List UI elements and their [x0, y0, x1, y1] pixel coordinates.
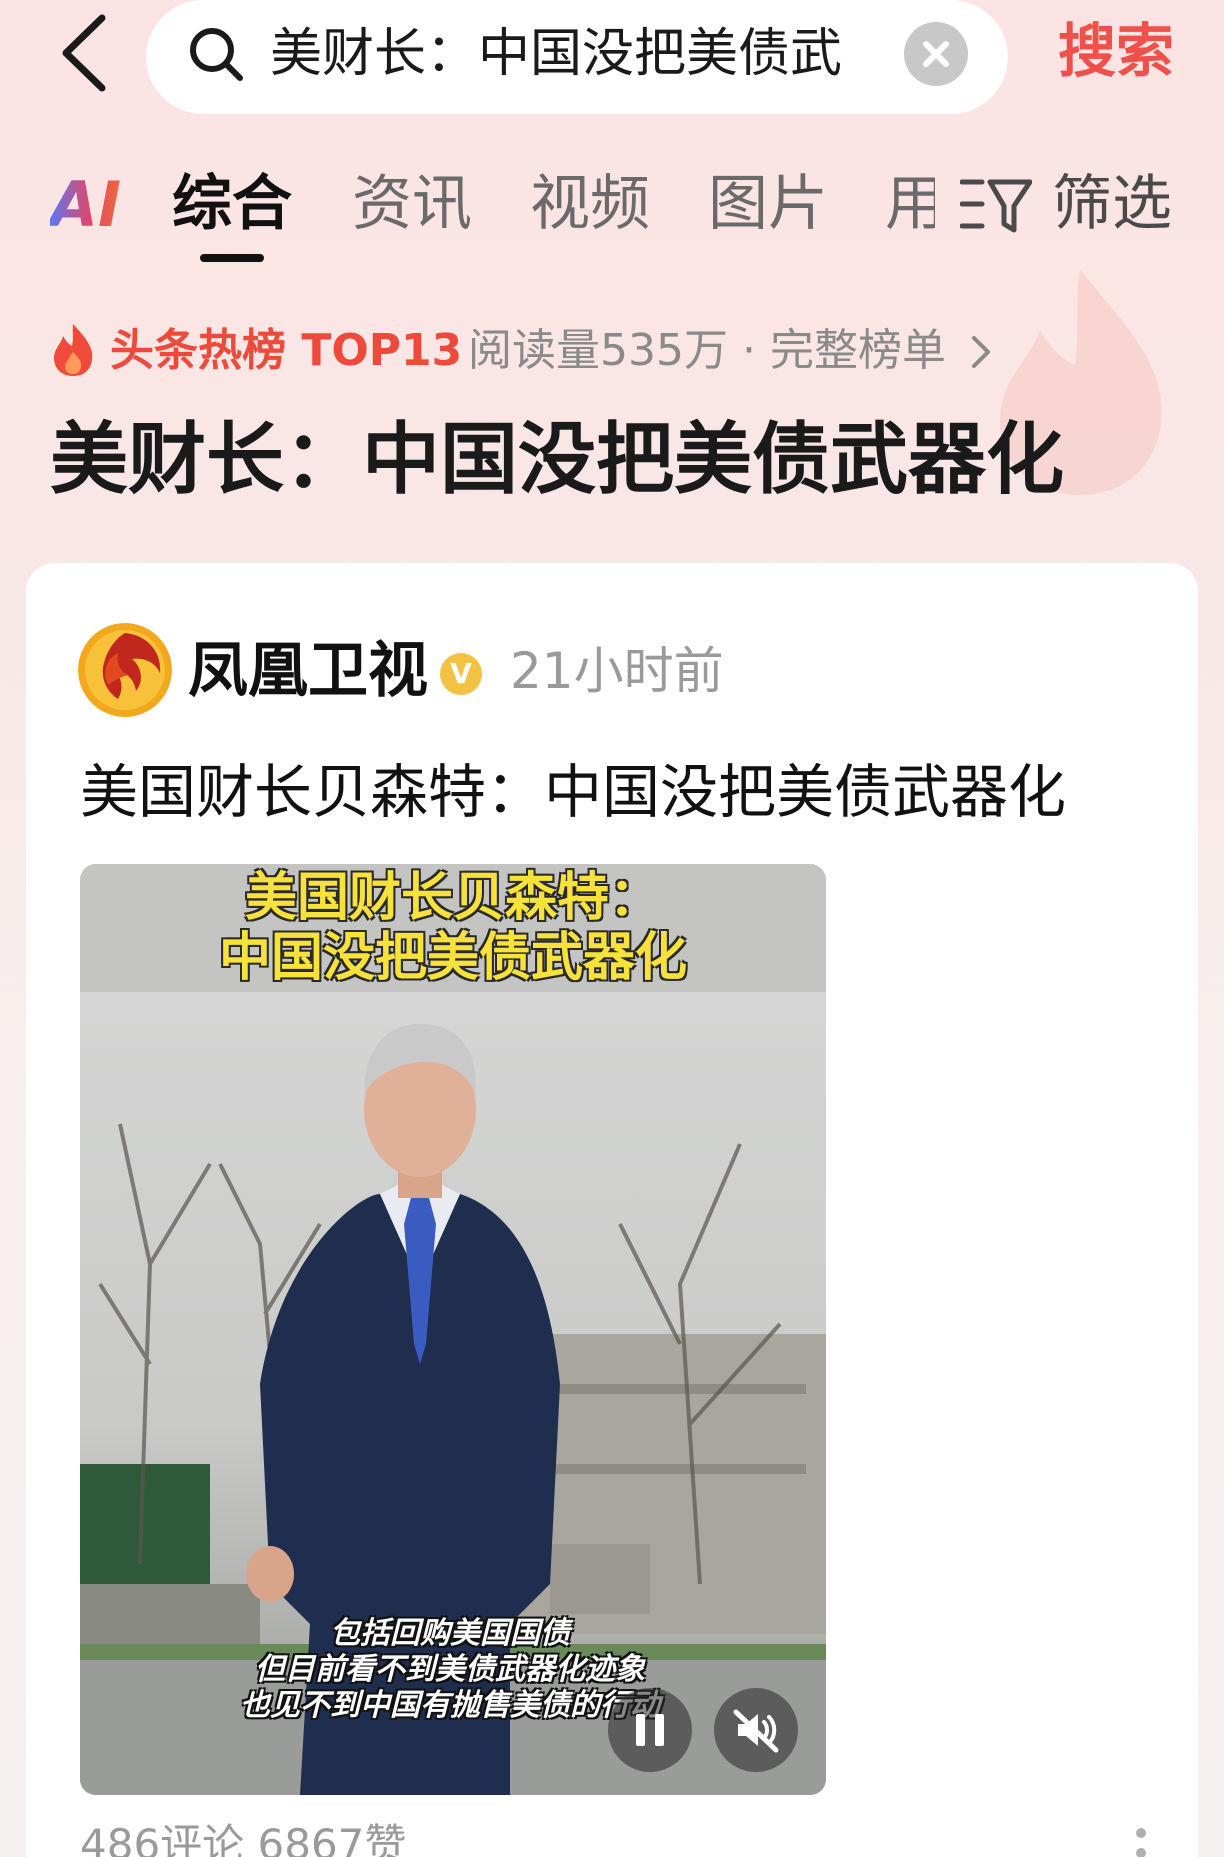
video-headline-line: 美国财长贝森特：: [244, 868, 661, 928]
search-submit-button[interactable]: 搜索: [1046, 8, 1186, 94]
verified-badge: V: [440, 653, 482, 695]
topic-title: 美财长：中国没把美债武器化: [50, 415, 1065, 505]
article-title[interactable]: 美国财长贝森特：中国没把美债武器化: [80, 747, 1160, 837]
pause-icon: [636, 1714, 664, 1746]
clear-search-button[interactable]: [904, 22, 968, 86]
engagement-stats: 486评论 6867赞: [80, 1820, 407, 1857]
filter-icon: [960, 179, 1032, 233]
post-time: 21小时前: [510, 642, 724, 700]
back-button[interactable]: [52, 8, 122, 98]
phoenix-logo-icon: [78, 623, 172, 717]
tab-more-partial[interactable]: 用: [885, 164, 935, 244]
search-box[interactable]: 美财长：中国没把美债武: [146, 0, 1008, 114]
video-subtitle-line: 包括回购美国国债: [330, 1616, 570, 1651]
video-subtitle-line: 但目前看不到美债武器化迹象: [255, 1652, 645, 1687]
close-icon: [923, 41, 949, 67]
pause-button[interactable]: [608, 1688, 692, 1772]
tab-comprehensive[interactable]: 综合: [172, 164, 292, 244]
chevron-left-icon: [62, 14, 106, 92]
more-vertical-icon[interactable]: [1126, 1825, 1156, 1857]
video-headline-line: 中国没把美债武器化: [218, 928, 687, 988]
search-icon: [190, 28, 243, 81]
result-card[interactable]: 凤凰卫视 V 21小时前 美国财长贝森特：中国没把美债武器化 美国财长贝森特： …: [26, 563, 1198, 1857]
hot-rank-meta[interactable]: 阅读量535万 · 完整榜单: [468, 318, 946, 384]
search-input[interactable]: 美财长：中国没把美债武: [270, 14, 1014, 94]
active-tab-indicator: [200, 254, 264, 262]
mute-icon: [733, 1709, 779, 1753]
filter-button[interactable]: 筛选: [960, 164, 1200, 244]
tab-video[interactable]: 视频: [530, 164, 650, 244]
tab-images[interactable]: 图片: [708, 164, 828, 244]
hot-rank-row[interactable]: 头条热榜 TOP13 阅读量535万 · 完整榜单: [50, 318, 1200, 384]
search-header: 美财长：中国没把美债武 搜索: [0, 0, 1224, 120]
tab-news[interactable]: 资讯: [352, 164, 472, 244]
mute-button[interactable]: [714, 1688, 798, 1772]
flame-icon: [54, 324, 93, 376]
source-avatar[interactable]: [78, 623, 172, 717]
hot-rank-label: 头条热榜 TOP13: [110, 325, 463, 376]
video-player[interactable]: 美国财长贝森特： 中国没把美债武器化 包括回购美国国债 但目前看不到美债武器化迹…: [80, 864, 826, 1795]
filter-label: 筛选: [1052, 169, 1172, 239]
chevron-right-icon: [972, 336, 990, 368]
tab-ai[interactable]: AI: [50, 170, 122, 240]
video-headline: 美国财长贝森特： 中国没把美债武器化: [80, 864, 826, 992]
result-tabs: AI 综合 资讯 视频 图片 用 筛选: [0, 150, 1224, 270]
source-name[interactable]: 凤凰卫视: [188, 631, 428, 711]
